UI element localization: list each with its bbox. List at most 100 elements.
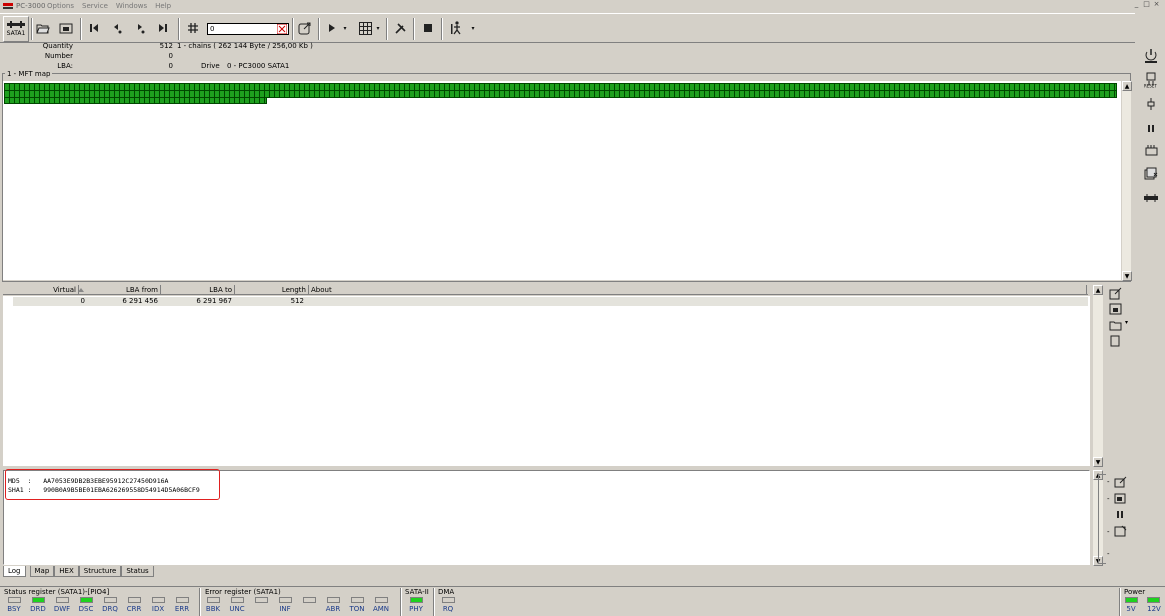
mft-scrollbar[interactable]: ▲ ▼ <box>1121 81 1132 281</box>
save-icon[interactable] <box>1114 493 1126 504</box>
menu-options[interactable]: Options <box>47 2 74 10</box>
scroll-down-icon[interactable]: ▼ <box>1122 271 1132 281</box>
open-folder-button[interactable] <box>34 19 52 37</box>
tools-button[interactable] <box>391 19 409 37</box>
led-inf <box>279 597 292 603</box>
menu-help[interactable]: Help <box>155 2 171 10</box>
sort-ascending-icon <box>78 288 84 292</box>
step-back-icon <box>114 24 122 34</box>
pause-icon[interactable] <box>1116 510 1124 519</box>
stop-button[interactable] <box>419 19 437 37</box>
save-icon[interactable] <box>1109 303 1123 315</box>
reset-button[interactable]: RESET <box>1143 72 1159 88</box>
play-button[interactable] <box>323 19 341 37</box>
led-bbk <box>207 597 220 603</box>
led-ton <box>351 597 364 603</box>
folder-open-icon[interactable] <box>1109 319 1123 331</box>
tab-log[interactable]: Log <box>3 566 26 577</box>
tab-map[interactable]: Map <box>29 566 55 577</box>
error-register-label: Error register (SATA1) <box>205 588 281 596</box>
chevron-down-icon[interactable]: ▾ <box>1125 319 1128 326</box>
scroll-up-icon[interactable]: ▲ <box>1093 285 1103 295</box>
goto-lba-button[interactable] <box>184 19 202 37</box>
column-lba-from[interactable]: LBA from <box>79 285 161 295</box>
log-side-marker: - <box>1107 495 1110 503</box>
led-dwf <box>56 597 69 603</box>
first-button[interactable] <box>85 19 103 37</box>
last-button[interactable] <box>154 19 172 37</box>
plug-icon <box>1147 98 1155 110</box>
tab-hex[interactable]: HEX <box>54 566 79 577</box>
grid-button[interactable] <box>356 19 374 37</box>
run-button[interactable] <box>447 19 465 37</box>
column-about[interactable]: About <box>309 285 1087 295</box>
table-scrollbar[interactable]: ▲ ▼ <box>1093 285 1103 467</box>
menu-windows[interactable]: Windows <box>116 2 147 10</box>
pause-button[interactable] <box>1143 120 1159 136</box>
column-lba-to[interactable]: LBA to <box>161 285 235 295</box>
minimize-button[interactable]: _ <box>1132 0 1141 9</box>
previous-button[interactable] <box>108 19 126 37</box>
led-label: BSY <box>7 605 21 613</box>
chevron-down-icon: ▾ <box>343 24 347 32</box>
person-walking-icon <box>450 21 461 35</box>
power-reset-button[interactable] <box>1143 48 1159 64</box>
copy-close-button[interactable] <box>1143 166 1159 182</box>
led-label: ERR <box>174 605 190 613</box>
play-dropdown[interactable]: ▾ <box>340 19 350 37</box>
run-dropdown[interactable]: ▾ <box>468 19 478 37</box>
column-virtual[interactable]: Virtual <box>11 285 79 295</box>
led-idx <box>152 597 165 603</box>
status-separator <box>199 588 201 616</box>
rq-label: RQ <box>442 605 454 613</box>
sata-port-label: SATA1 <box>6 30 26 37</box>
tab-structure[interactable]: Structure <box>78 566 122 577</box>
tab-status[interactable]: Status <box>121 566 154 577</box>
led-label: IDX <box>151 605 165 613</box>
mft-block-row[interactable] <box>4 97 267 104</box>
document-icon[interactable] <box>1110 335 1120 347</box>
bus-connector-icon <box>1144 194 1158 202</box>
led-crr <box>128 597 141 603</box>
next-button[interactable] <box>131 19 149 37</box>
play-icon <box>329 24 335 32</box>
input-clear-icon[interactable] <box>277 24 287 34</box>
cell-length: 512 <box>290 297 304 305</box>
clear-log-icon[interactable] <box>1114 525 1128 537</box>
export-icon[interactable] <box>1114 476 1128 488</box>
column-length[interactable]: Length <box>235 285 309 295</box>
scroll-up-icon[interactable]: ▲ <box>1122 81 1132 91</box>
maximize-button[interactable]: □ <box>1142 0 1151 9</box>
mft-map-label: 1 - MFT map <box>5 70 53 78</box>
power-5v-label: 5V <box>1126 605 1136 613</box>
save-folder-icon <box>59 23 73 34</box>
chevron-down-icon: ▾ <box>471 24 475 32</box>
bus-button[interactable] <box>1143 190 1159 206</box>
tester-button[interactable] <box>1143 142 1159 158</box>
quantity-value: 512 <box>159 42 173 50</box>
grid-dropdown[interactable]: ▾ <box>373 19 383 37</box>
export-icon[interactable] <box>1109 287 1123 300</box>
dma-label: DMA <box>438 588 455 596</box>
power-label: Power <box>1124 588 1146 596</box>
menu-service[interactable]: Service <box>82 2 108 10</box>
sata-port-button[interactable]: SATA1 <box>3 16 29 42</box>
highlight-box <box>5 469 220 500</box>
scroll-down-icon[interactable]: ▼ <box>1093 457 1103 467</box>
export-button[interactable] <box>296 19 314 37</box>
sata-connector-icon <box>7 21 25 28</box>
led-label: DRQ <box>102 605 118 613</box>
save-button[interactable] <box>57 19 75 37</box>
chain-table <box>3 296 1090 466</box>
stop-icon <box>424 24 432 32</box>
close-button[interactable]: × <box>1152 0 1161 9</box>
led-label: ABR <box>325 605 341 613</box>
right-toolbar: RESET <box>1139 44 1163 584</box>
hash-icon <box>188 23 198 33</box>
connect-button[interactable] <box>1143 96 1159 112</box>
led-label: INF <box>279 605 291 613</box>
led-abr <box>327 597 340 603</box>
menu-bar: Options Service Windows Help <box>47 0 171 11</box>
chip-icon <box>1145 145 1157 156</box>
mft-map-canvas[interactable] <box>3 81 1121 280</box>
